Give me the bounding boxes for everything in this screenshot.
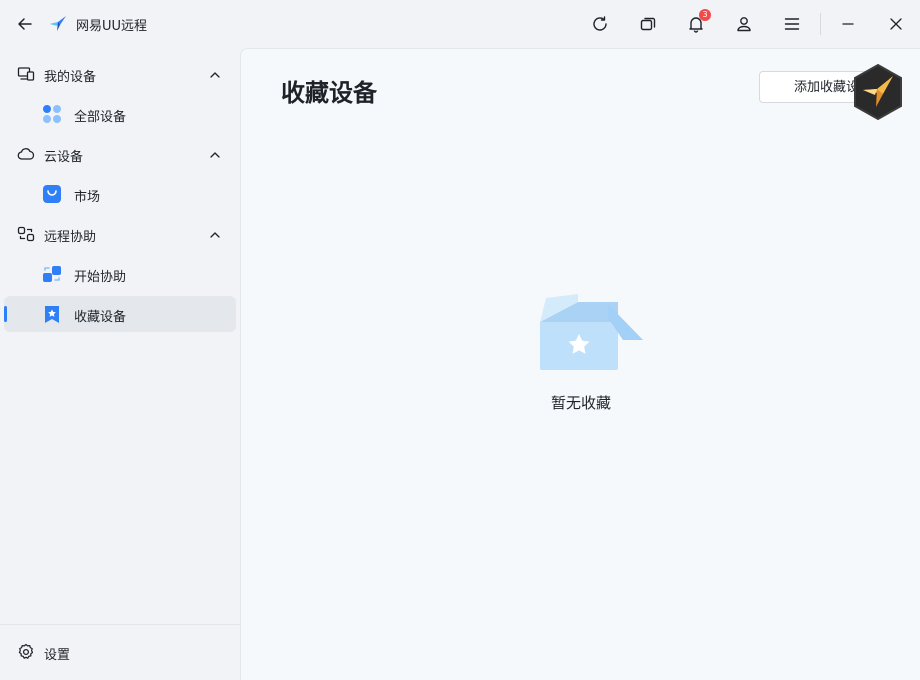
chevron-up-icon[interactable] xyxy=(208,227,222,241)
cloud-icon xyxy=(17,145,35,163)
minimize-icon[interactable] xyxy=(836,12,860,36)
sidebar-item-label: 开始协助 xyxy=(74,270,127,285)
empty-box-icon xyxy=(538,292,646,372)
sidebar-group-label: 远程协助 xyxy=(44,230,97,245)
sidebar-item-all-devices[interactable]: 全部设备 xyxy=(4,96,236,132)
notification-badge: 3 xyxy=(699,9,711,21)
sidebar: 我的设备 全部设备 云设备 市场 远程协助 开始协助 收藏设备 设置 xyxy=(0,48,240,680)
sidebar-item-market[interactable]: 市场 xyxy=(4,176,236,212)
gear-icon xyxy=(17,643,35,661)
chevron-up-icon[interactable] xyxy=(208,67,222,81)
shopping-bag-icon xyxy=(42,184,62,204)
settings-button[interactable]: 设置 xyxy=(0,634,240,670)
back-arrow-icon[interactable] xyxy=(14,13,36,35)
sidebar-group-label: 我的设备 xyxy=(44,70,97,85)
sidebar-item-label: 收藏设备 xyxy=(74,310,127,325)
refresh-icon[interactable] xyxy=(588,12,612,36)
titlebar-divider xyxy=(820,13,821,35)
sidebar-item-favorite-devices[interactable]: 收藏设备 xyxy=(4,296,236,332)
multi-window-icon[interactable] xyxy=(636,12,660,36)
chevron-up-icon[interactable] xyxy=(208,147,222,161)
main-panel: 收藏设备 添加收藏设备 暂无收藏 xyxy=(240,48,920,680)
app-logo-icon xyxy=(48,13,68,33)
menu-icon[interactable] xyxy=(780,12,804,36)
floating-logo-icon[interactable] xyxy=(851,63,905,121)
sidebar-item-label: 全部设备 xyxy=(74,110,127,125)
close-icon[interactable] xyxy=(884,12,908,36)
empty-state-text: 暂无收藏 xyxy=(550,394,611,412)
notification-bell-icon[interactable]: 3 xyxy=(684,9,711,36)
user-account-icon[interactable] xyxy=(732,12,756,36)
sidebar-group-remote-assist[interactable]: 远程协助 xyxy=(0,216,240,252)
sidebar-item-start-assist[interactable]: 开始协助 xyxy=(4,256,236,292)
remote-assist-icon xyxy=(17,225,35,243)
bookmark-star-icon xyxy=(42,304,62,324)
page-title: 收藏设备 xyxy=(281,79,377,107)
sidebar-divider xyxy=(0,624,240,625)
devices-icon xyxy=(17,65,35,83)
start-assist-icon xyxy=(42,264,62,284)
all-devices-icon xyxy=(42,104,62,124)
title-bar: 网易UU远程 3 xyxy=(0,0,920,48)
sidebar-group-cloud-devices[interactable]: 云设备 xyxy=(0,136,240,172)
settings-label: 设置 xyxy=(44,648,71,663)
sidebar-group-my-devices[interactable]: 我的设备 xyxy=(0,56,240,92)
app-title: 网易UU远程 xyxy=(76,19,148,34)
sidebar-item-label: 市场 xyxy=(74,190,101,205)
sidebar-group-label: 云设备 xyxy=(44,150,84,165)
